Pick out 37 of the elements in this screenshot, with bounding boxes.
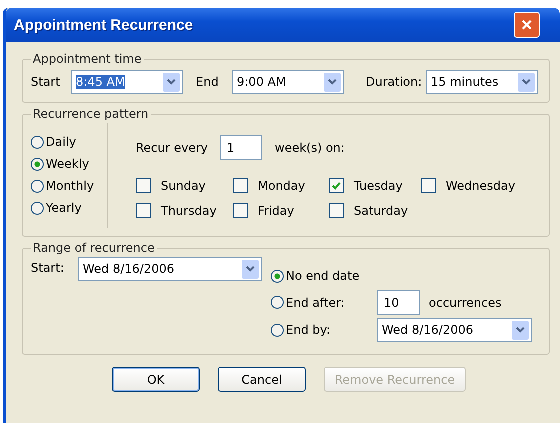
radio-button[interactable]: End after:	[271, 292, 377, 314]
dropdown-field[interactable]: 9:00 AM	[232, 70, 344, 94]
day-checkbox[interactable]: Monday	[233, 178, 329, 193]
occurrences-label: occurrences	[429, 296, 502, 310]
recur-suffix: week(s) on:	[275, 140, 345, 154]
dropdown-field[interactable]: 15 minutes	[426, 70, 538, 94]
field-label: Start	[31, 75, 62, 89]
dropdown-field[interactable]: Wed 8/16/2006	[377, 318, 532, 342]
group-title: Recurrence pattern	[32, 107, 150, 121]
dialog-button[interactable]: Cancel	[218, 367, 306, 392]
field-label: End	[196, 75, 220, 89]
radio-button[interactable]: Yearly	[31, 197, 107, 219]
close-button[interactable]	[514, 12, 540, 38]
radio-button[interactable]: End by:	[271, 319, 377, 341]
day-checkbox[interactable]: Friday	[233, 203, 329, 218]
group-title: Appointment time	[32, 52, 143, 66]
window-title: Appointment Recurrence	[14, 16, 194, 34]
radio-button[interactable]: Daily	[31, 131, 107, 153]
day-checkbox[interactable]: Tuesday	[329, 178, 421, 193]
radio-button[interactable]: Monthly	[31, 175, 107, 197]
checkmark-icon	[332, 182, 341, 190]
occurrences-input[interactable]: 10	[377, 290, 420, 315]
field-label: Start:	[31, 261, 66, 275]
radio-button[interactable]: Weekly	[31, 153, 107, 175]
recur-input[interactable]: 1	[220, 135, 262, 160]
field-label: Duration:	[366, 75, 424, 89]
day-checkbox[interactable]: Thursday	[136, 203, 233, 218]
close-icon	[521, 19, 533, 31]
dialog-button[interactable]: OK	[112, 367, 200, 392]
dropdown-field[interactable]: 8:45 AM	[71, 70, 183, 94]
recur-label: Recur every	[136, 140, 210, 154]
radio-button[interactable]: No end date	[271, 265, 532, 287]
day-checkbox[interactable]: Sunday	[136, 178, 233, 193]
day-checkbox[interactable]: Saturday	[329, 203, 421, 218]
day-checkbox[interactable]: Wednesday	[421, 178, 521, 193]
dropdown-field[interactable]: Wed 8/16/2006	[78, 257, 262, 281]
group-title: Range of recurrence	[32, 241, 156, 255]
